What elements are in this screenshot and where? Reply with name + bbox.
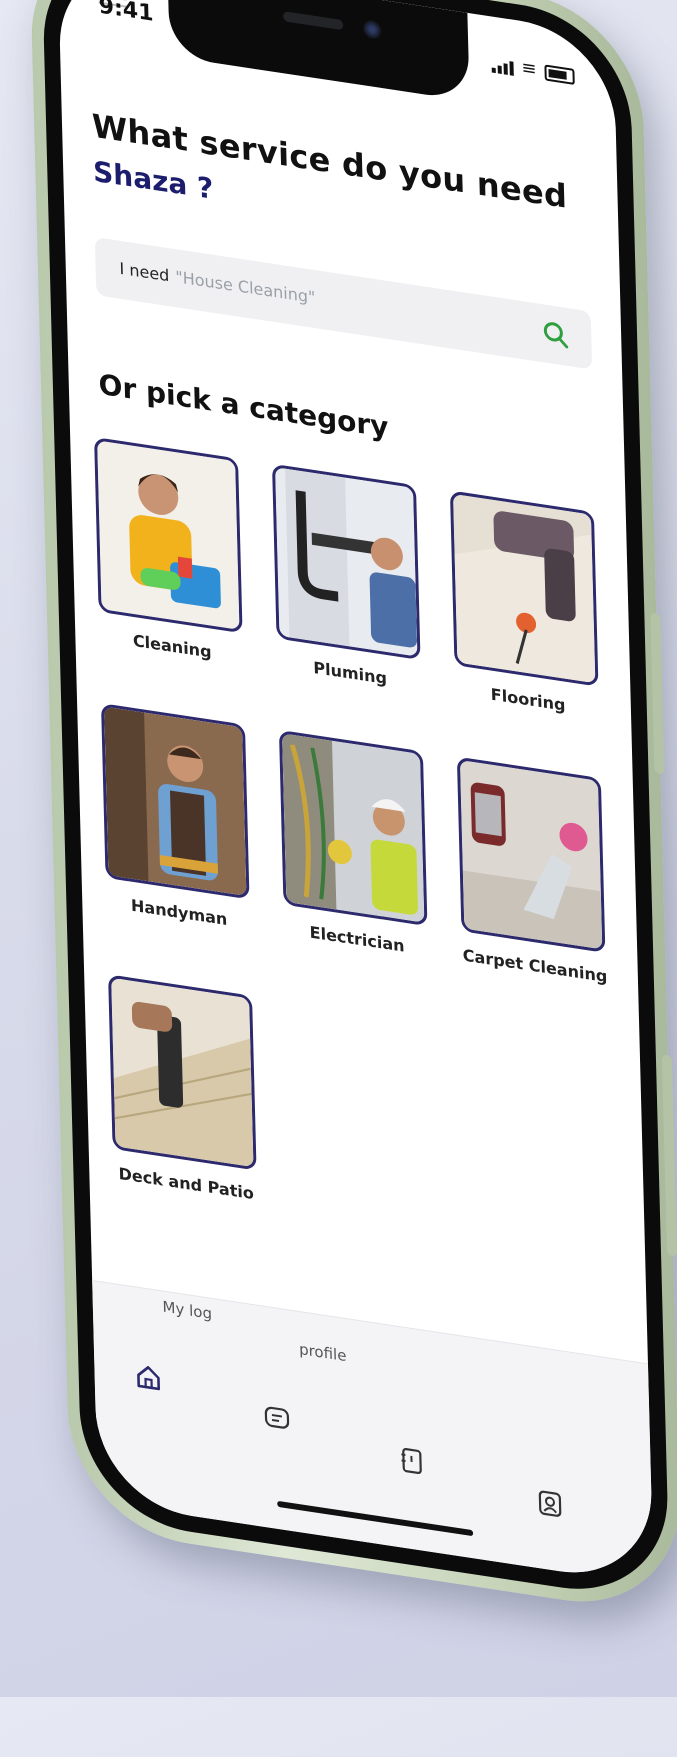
search-prefix: I need xyxy=(119,259,169,286)
phone-mockup: 9:41 ≡ What service do you need Shaza ? … xyxy=(0,0,677,1757)
ghost-tab-label: profile xyxy=(299,1340,347,1365)
home-icon[interactable] xyxy=(130,1357,167,1399)
page-title: What service do you need xyxy=(91,106,567,216)
speaker xyxy=(283,11,343,30)
search-label: I need"House Cleaning" xyxy=(119,259,315,307)
category-label: Electrician xyxy=(284,919,430,960)
front-camera xyxy=(363,19,381,40)
app-screen: 9:41 ≡ What service do you need Shaza ? … xyxy=(58,0,654,1585)
notebook-icon[interactable] xyxy=(393,1440,430,1482)
category-image xyxy=(450,490,599,686)
section-title: Or pick a category xyxy=(98,368,389,445)
category-image xyxy=(279,730,428,926)
category-image xyxy=(94,437,243,633)
user-name: Shaza ? xyxy=(93,155,214,206)
search-placeholder: "House Cleaning" xyxy=(175,267,316,307)
category-card-electrician[interactable]: Electrician xyxy=(279,730,430,960)
category-label: Cleaning xyxy=(99,626,245,667)
category-label: Deck and Patio xyxy=(113,1163,259,1204)
category-card-handyman[interactable]: Handyman xyxy=(101,703,252,933)
category-label: Flooring xyxy=(455,679,601,720)
category-card-deck-and-patio[interactable]: Deck and Patio xyxy=(108,974,259,1204)
category-card-carpet-cleaning[interactable]: Carpet Cleaning xyxy=(457,757,608,987)
category-label: Carpet Cleaning xyxy=(462,945,608,986)
category-label: Handyman xyxy=(106,892,252,933)
category-image xyxy=(272,464,421,660)
profile-icon[interactable] xyxy=(532,1483,569,1525)
category-card-cleaning[interactable]: Cleaning xyxy=(94,437,245,667)
category-label: Pluming xyxy=(277,652,423,693)
ghost-tab-label: My log xyxy=(162,1297,212,1322)
notch xyxy=(167,0,469,101)
category-image xyxy=(101,703,250,899)
home-indicator xyxy=(277,1501,473,1536)
signal-icon xyxy=(491,58,513,75)
status-time: 9:41 xyxy=(98,0,153,27)
category-card-flooring[interactable]: Flooring xyxy=(450,490,601,720)
category-image xyxy=(108,974,257,1170)
search-icon[interactable] xyxy=(541,318,570,354)
battery-icon xyxy=(544,64,574,85)
search-input[interactable]: I need"House Cleaning" xyxy=(95,237,592,370)
wifi-icon: ≡ xyxy=(521,59,537,79)
chat-icon[interactable] xyxy=(259,1398,296,1440)
category-card-pluming[interactable]: Pluming xyxy=(272,464,423,694)
category-image xyxy=(457,757,606,953)
status-icons: ≡ xyxy=(491,54,575,85)
